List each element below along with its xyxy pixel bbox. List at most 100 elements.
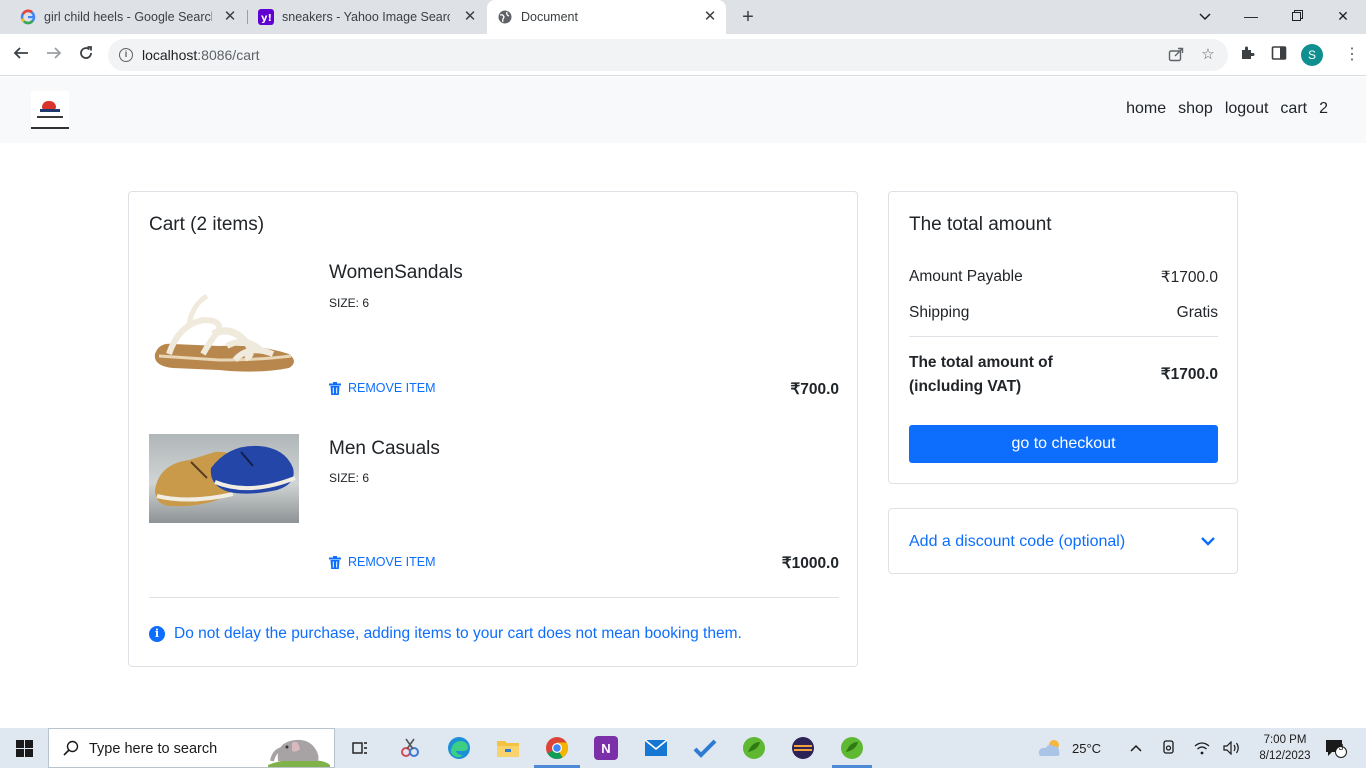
cart-title: Cart (2 items) [149,214,265,235]
remove-item-button[interactable]: REMOVE ITEM [329,381,436,395]
url-bar[interactable]: i localhost:8086/cart ☆ [108,39,1228,71]
cart-note-text: Do not delay the purchase, adding items … [174,625,742,642]
notification-center-icon[interactable]: 3 [1324,728,1348,768]
tab-yahoo-search[interactable]: y! sneakers - Yahoo Image Search Results… [250,0,486,34]
site-navbar: home shop logout cart 2 [0,77,1366,143]
summary-row-total: The total amount of (including VAT) ₹170… [909,351,1218,399]
cart-item: Men Casuals SIZE: 6 REMOVE ITEM ₹1000.0 [149,434,839,586]
trash-icon [329,381,341,395]
svg-text:y!: y! [261,13,272,24]
elephant-illustration-icon [268,739,330,767]
new-tab-icon[interactable]: + [738,6,758,28]
url-text: localhost:8086/cart [142,47,260,63]
summary-title: The total amount [909,214,1052,235]
taskbar-search-box[interactable]: Type here to search [48,728,335,768]
todo-icon[interactable] [693,736,717,760]
close-tab-icon[interactable]: ✕ [702,9,718,25]
notification-count: 3 [1338,742,1344,752]
windows-start-icon[interactable] [16,740,33,757]
logo-wordmark-shape [37,116,63,118]
profile-avatar[interactable]: S [1301,44,1323,66]
volume-icon[interactable] [1223,728,1241,768]
divider [909,336,1218,337]
nav-link-cart[interactable]: cart [1280,100,1307,118]
wifi-icon[interactable] [1194,728,1210,768]
payable-label: Amount Payable [909,268,1023,285]
clock-date: 8/12/2023 [1259,750,1311,762]
google-icon [20,9,36,25]
side-panel-icon[interactable] [1269,45,1289,65]
item-name: Men Casuals [329,438,440,459]
close-tab-icon[interactable]: ✕ [222,9,238,25]
shipping-label: Shipping [909,304,970,321]
tab-search-chevron-icon[interactable] [1195,6,1215,26]
tray-overflow-chevron-icon[interactable] [1130,728,1142,768]
nav-link-home[interactable]: home [1126,100,1166,118]
item-size: SIZE: 6 [329,296,370,310]
remove-item-label: REMOVE ITEM [348,381,436,395]
file-explorer-icon[interactable] [496,736,520,760]
payable-value: ₹1700.0 [1160,269,1218,286]
extensions-icon[interactable] [1237,45,1257,65]
product-image-women-sandals[interactable] [149,284,299,382]
item-size: SIZE: 6 [329,471,370,485]
taskbar-clock[interactable]: 7:00 PM 8/12/2023 [1254,732,1316,764]
onenote-icon[interactable]: N [594,736,618,760]
checkout-button[interactable]: go to checkout [909,425,1218,463]
task-view-icon[interactable] [348,736,372,760]
spring-tool-icon[interactable] [742,736,766,760]
minimize-icon[interactable]: — [1241,6,1261,26]
trash-icon [329,555,341,569]
bookmark-star-icon[interactable]: ☆ [1199,46,1217,64]
snipping-tool-icon[interactable] [398,736,422,760]
search-icon [63,740,79,756]
product-image-men-casuals[interactable] [149,434,299,523]
back-icon[interactable] [10,44,32,66]
site-info-icon[interactable]: i [119,48,133,62]
tab-google-search[interactable]: girl child heels - Google Search ✕ [12,0,246,34]
address-toolbar: i localhost:8086/cart ☆ S ⋮ [0,34,1366,76]
shipping-value: Gratis [1176,304,1218,321]
tab-document[interactable]: Document ✕ [487,0,726,34]
cart-count[interactable]: 2 [1319,100,1328,118]
discount-label: Add a discount code (optional) [909,533,1126,550]
item-name: WomenSandals [329,262,463,283]
chrome-browser-icon[interactable] [545,736,569,760]
reload-icon[interactable] [75,44,97,66]
forward-icon[interactable] [43,44,65,66]
summary-row-payable: Amount Payable ₹1700.0 [909,268,1218,286]
nav-links: home shop logout cart 2 [1126,100,1328,118]
remove-item-button[interactable]: REMOVE ITEM [329,555,436,569]
mail-icon[interactable] [644,736,668,760]
order-summary-card: The total amount Amount Payable ₹1700.0 … [888,191,1238,484]
globe-icon [497,9,513,25]
nav-link-logout[interactable]: logout [1225,100,1269,118]
spring-tool-icon-2[interactable] [840,736,864,760]
share-icon[interactable] [1167,46,1185,64]
summary-row-shipping: Shipping Gratis [909,304,1218,322]
restore-icon[interactable] [1287,6,1307,26]
cart-card: Cart (2 items) WomenSandals SIZE: 6 REMO… [128,191,858,667]
close-tab-icon[interactable]: ✕ [462,9,478,25]
item-price: ₹1000.0 [781,555,839,572]
eclipse-icon[interactable] [791,736,815,760]
site-logo[interactable] [31,91,69,129]
logo-sole-shape [40,109,60,112]
close-window-icon[interactable]: ✕ [1333,6,1353,26]
tab-title: sneakers - Yahoo Image Search Results [282,10,450,24]
search-placeholder: Type here to search [89,741,218,757]
yahoo-icon: y! [258,9,274,25]
browser-menu-icon[interactable]: ⋮ [1344,45,1360,65]
weather-widget[interactable]: 25°C [1038,728,1101,768]
windows-taskbar: Type here to search N 25°C 7:00 PM 8/12/… [0,728,1366,768]
remove-item-label: REMOVE ITEM [348,555,436,569]
meet-now-icon[interactable] [1162,728,1176,768]
edge-browser-icon[interactable] [447,736,471,760]
cart-item: WomenSandals SIZE: 6 REMOVE ITEM ₹700.0 [149,262,839,412]
tab-divider [247,10,248,24]
item-price: ₹700.0 [790,381,839,398]
tab-title: girl child heels - Google Search [44,10,212,24]
nav-link-shop[interactable]: shop [1178,100,1213,118]
weather-cloud-icon [1038,740,1060,756]
discount-code-toggle[interactable]: Add a discount code (optional) [888,508,1238,574]
